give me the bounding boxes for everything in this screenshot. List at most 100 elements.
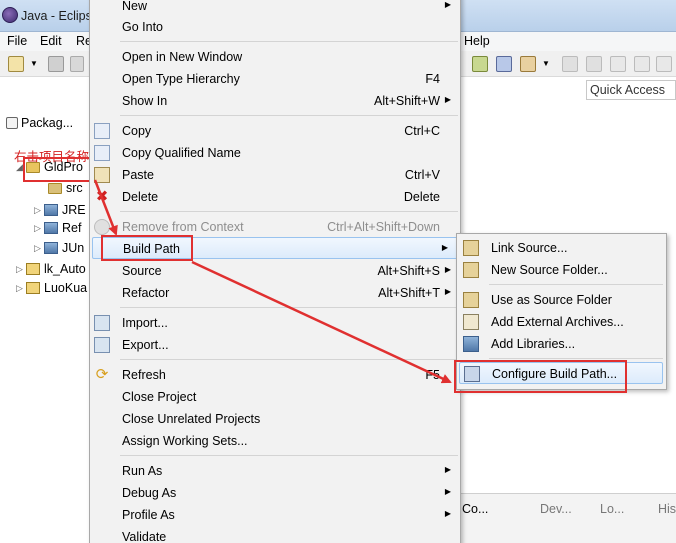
- menu-item-show-in[interactable]: Show In Alt+Shift+W ▶: [90, 90, 460, 112]
- eclipse-icon: [2, 7, 18, 23]
- menu-item-run-as[interactable]: Run As ▶: [90, 460, 460, 482]
- submenu-arrow-icon: ▶: [441, 243, 448, 252]
- menu-separator: [489, 284, 663, 285]
- save-all-icon[interactable]: [70, 56, 84, 72]
- menu-separator: [120, 455, 458, 456]
- tree-item-junit[interactable]: ▷ JUn: [34, 241, 84, 255]
- package-explorer-tab[interactable]: Packag...: [6, 116, 73, 130]
- submenu-item-new-source-folder[interactable]: New Source Folder...: [457, 259, 666, 281]
- menu-item-delete[interactable]: ✖ Delete Delete: [90, 186, 460, 208]
- tree-item-lk-auto[interactable]: ▷ lk_Auto: [16, 262, 86, 276]
- forward-icon[interactable]: [634, 56, 650, 72]
- back-icon[interactable]: [610, 56, 626, 72]
- submenu-item-link-source[interactable]: Link Source...: [457, 237, 666, 259]
- tab-history[interactable]: His: [658, 502, 676, 516]
- project-icon: [26, 263, 40, 275]
- menu-item-refactor[interactable]: Refactor Alt+Shift+T ▶: [90, 282, 460, 304]
- remove-context-icon: [94, 219, 110, 235]
- new-source-folder-icon: [463, 262, 479, 278]
- annotation-box-project: [23, 157, 94, 182]
- tree-item-luokua[interactable]: ▷ LuoKua: [16, 281, 87, 295]
- quick-access-input[interactable]: Quick Access: [586, 80, 676, 100]
- delete-x-icon: ✖: [95, 188, 109, 205]
- window-title: Java - Eclips: [21, 9, 92, 23]
- tree-item-src[interactable]: src: [48, 181, 83, 195]
- menu-item-refresh[interactable]: ⟳ Refresh F5: [90, 364, 460, 386]
- submenu-arrow-icon: ▶: [444, 0, 451, 9]
- jar-archive-icon: [463, 314, 479, 330]
- menu-item-open-type-hierarchy[interactable]: Open Type Hierarchy F4: [90, 68, 460, 90]
- menu-edit[interactable]: Edit: [40, 34, 62, 48]
- pin-icon[interactable]: [656, 56, 672, 72]
- menu-item-debug-as[interactable]: Debug As ▶: [90, 482, 460, 504]
- submenu-item-use-as-source-folder[interactable]: Use as Source Folder: [457, 289, 666, 311]
- brush-icon[interactable]: [520, 56, 536, 72]
- debug-icon[interactable]: [472, 56, 488, 72]
- use-as-source-icon: [463, 292, 479, 308]
- package-explorer-icon: [6, 117, 18, 129]
- tree-item-jre[interactable]: ▷ JRE: [34, 203, 86, 217]
- library-icon: [463, 336, 479, 352]
- collapsed-triangle-icon[interactable]: ▷: [34, 243, 44, 254]
- menu-separator: [120, 115, 458, 116]
- copy-icon: [94, 123, 110, 139]
- context-menu: New ▶ Go Into Open in New Window Open Ty…: [89, 0, 461, 543]
- export-icon: [94, 337, 110, 353]
- submenu-arrow-icon: ▶: [444, 509, 451, 518]
- import-icon: [94, 315, 110, 331]
- new-wizard-icon[interactable]: [8, 56, 24, 72]
- copy-qualified-icon: [94, 145, 110, 161]
- menu-item-close-project[interactable]: Close Project: [90, 386, 460, 408]
- collapsed-triangle-icon[interactable]: ▷: [34, 205, 44, 216]
- menu-item-profile-as[interactable]: Profile As ▶: [90, 504, 460, 526]
- prev-annotation-icon[interactable]: [586, 56, 602, 72]
- project-icon: [26, 282, 40, 294]
- menu-separator: [489, 358, 663, 359]
- bottom-view-tabs: Co... Dev... Lo... His: [460, 493, 676, 543]
- collapsed-triangle-icon[interactable]: ▷: [34, 223, 44, 234]
- menu-separator: [120, 359, 458, 360]
- menu-separator: [120, 211, 458, 212]
- menu-separator: [120, 307, 458, 308]
- tab-console[interactable]: Co...: [462, 502, 488, 516]
- tab-devices[interactable]: Dev...: [540, 502, 572, 516]
- menu-item-import[interactable]: Import...: [90, 312, 460, 334]
- chevron-down-icon[interactable]: ▼: [30, 59, 38, 75]
- link-source-icon: [463, 240, 479, 256]
- submenu-arrow-icon: ▶: [444, 265, 451, 274]
- library-icon: [44, 242, 58, 254]
- menu-item-assign-working-sets[interactable]: Assign Working Sets...: [90, 430, 460, 452]
- menu-item-source[interactable]: Source Alt+Shift+S ▶: [90, 260, 460, 282]
- library-icon: [44, 222, 58, 234]
- menu-item-paste[interactable]: Paste Ctrl+V: [90, 164, 460, 186]
- menu-item-validate[interactable]: Validate: [90, 526, 460, 543]
- tree-item-ref[interactable]: ▷ Ref: [34, 221, 81, 235]
- submenu-arrow-icon: ▶: [444, 487, 451, 496]
- menu-item-go-into[interactable]: Go Into: [90, 16, 460, 38]
- annotation-box-build-path: [101, 235, 193, 261]
- submenu-arrow-icon: ▶: [444, 287, 451, 296]
- source-folder-icon: [48, 182, 62, 194]
- menu-item-new[interactable]: New ▶: [90, 0, 460, 17]
- menu-item-export[interactable]: Export...: [90, 334, 460, 356]
- submenu-item-add-external-archives[interactable]: Add External Archives...: [457, 311, 666, 333]
- menu-item-close-unrelated-projects[interactable]: Close Unrelated Projects: [90, 408, 460, 430]
- paste-icon: [94, 167, 110, 183]
- menu-item-copy-qualified-name[interactable]: Copy Qualified Name: [90, 142, 460, 164]
- chevron-down-icon[interactable]: ▼: [542, 59, 550, 75]
- menu-item-open-new-window[interactable]: Open in New Window: [90, 46, 460, 68]
- menu-separator: [120, 41, 458, 42]
- next-annotation-icon[interactable]: [562, 56, 578, 72]
- collapsed-triangle-icon[interactable]: ▷: [16, 283, 26, 294]
- menu-help[interactable]: Help: [464, 34, 490, 48]
- annotation-box-configure-build-path: [454, 360, 627, 393]
- save-icon[interactable]: [48, 56, 64, 72]
- menu-file[interactable]: File: [7, 34, 27, 48]
- submenu-item-add-libraries[interactable]: Add Libraries...: [457, 333, 666, 355]
- run-icon[interactable]: [496, 56, 512, 72]
- library-icon: [44, 204, 58, 216]
- menu-item-copy[interactable]: Copy Ctrl+C: [90, 120, 460, 142]
- refresh-icon: ⟳: [95, 366, 109, 383]
- collapsed-triangle-icon[interactable]: ▷: [16, 264, 26, 275]
- tab-logcat[interactable]: Lo...: [600, 502, 624, 516]
